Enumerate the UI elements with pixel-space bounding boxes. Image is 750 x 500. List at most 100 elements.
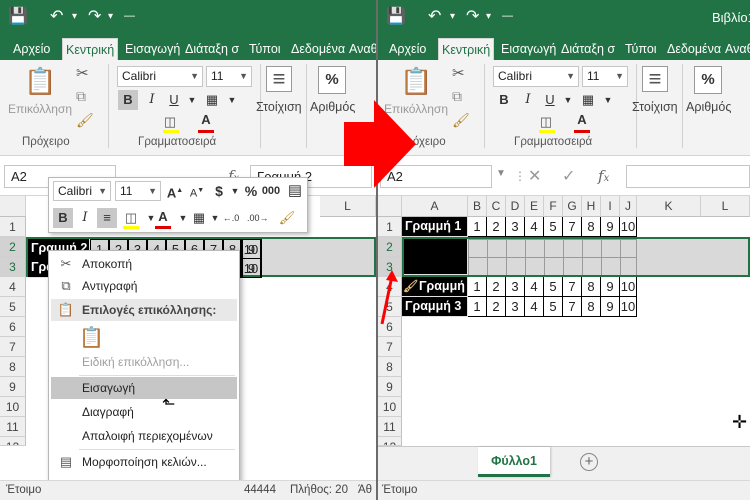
cell[interactable]: 9 — [242, 258, 261, 278]
row-header[interactable]: 12 — [378, 437, 402, 446]
customize-toolbar-icon[interactable]: ― — [124, 10, 135, 22]
row-header[interactable]: 8 — [0, 357, 26, 377]
cell[interactable]: 3 — [506, 217, 525, 237]
cell[interactable]: 3 — [506, 277, 525, 297]
tab-file[interactable]: Αρχείο — [10, 38, 53, 60]
save-icon[interactable]: 💾 — [8, 6, 28, 26]
customize-toolbar-icon[interactable]: ― — [502, 10, 513, 22]
cell[interactable]: 3 — [506, 297, 525, 317]
tab-page-layout[interactable]: Διάταξη σ — [558, 38, 618, 60]
column-header[interactable]: K — [637, 196, 701, 217]
mini-italic-button[interactable]: I — [75, 208, 95, 228]
mini-increase-decimal-icon[interactable]: ←.0 — [221, 208, 241, 228]
cell-row1-label[interactable]: Γραμμή 1 — [402, 217, 468, 237]
row-header-selected[interactable]: 2 — [0, 237, 26, 257]
mini-font-size-combo[interactable]: 11 ▼ — [115, 181, 161, 201]
cell[interactable]: 10 — [620, 297, 637, 317]
row-header[interactable]: 1 — [0, 217, 26, 237]
tab-page-layout[interactable]: Διάταξη σ — [182, 38, 242, 60]
tab-home[interactable]: Κεντρική — [438, 38, 495, 60]
menu-item-clear-contents[interactable]: Απαλοιφή περιεχομένων — [49, 425, 239, 447]
mini-font-color-button[interactable]: A — [153, 207, 173, 227]
font-name-combo[interactable]: Calibri ▼ — [493, 66, 579, 87]
bold-button[interactable]: B — [494, 90, 514, 110]
paste-option-icon[interactable]: 📋 — [79, 325, 104, 351]
save-icon[interactable]: 💾 — [386, 6, 406, 26]
cell[interactable]: 7 — [563, 277, 582, 297]
alignment-label[interactable]: Στοίχιση — [256, 100, 302, 114]
italic-button[interactable]: I — [518, 90, 538, 110]
cell[interactable]: 4 — [525, 217, 544, 237]
alignment-icon[interactable]: ≡ — [266, 66, 292, 92]
mini-increase-font-button[interactable]: A▲ — [165, 181, 185, 201]
row-header[interactable]: 9 — [378, 377, 402, 397]
row-header[interactable]: 12 — [0, 437, 26, 446]
row-header[interactable]: 11 — [0, 417, 26, 437]
row-header[interactable]: 8 — [378, 357, 402, 377]
menu-item-cut[interactable]: ✂ Αποκοπή — [49, 253, 239, 275]
cell[interactable]: 9 — [601, 297, 620, 317]
cell[interactable]: 2 — [487, 277, 506, 297]
mini-font-name-combo[interactable]: Calibri ▼ — [53, 181, 111, 201]
row-header[interactable]: 7 — [378, 337, 402, 357]
cell[interactable]: 8 — [582, 277, 601, 297]
cell[interactable]: 7 — [563, 217, 582, 237]
column-header[interactable]: C — [487, 196, 506, 217]
formula-input[interactable] — [626, 165, 750, 188]
cell-row4-label[interactable]: 🖌Γραμμή 2 — [402, 277, 468, 297]
menu-item-delete[interactable]: Διαγραφή — [49, 401, 239, 423]
column-header[interactable]: G — [563, 196, 582, 217]
cell[interactable]: 2 — [487, 297, 506, 317]
cell[interactable]: 10 — [620, 277, 637, 297]
cut-icon[interactable]: ✂ — [76, 64, 89, 82]
borders-dropdown-icon[interactable]: ▼ — [598, 90, 618, 110]
cell[interactable]: 2 — [487, 217, 506, 237]
spreadsheet-grid[interactable]: A B C D E F G H I J K L 1 2 3 4 5 6 7 8 … — [378, 196, 750, 446]
column-header[interactable]: J — [620, 196, 637, 217]
cell[interactable]: 4 — [525, 277, 544, 297]
format-painter-icon[interactable]: 🖌 — [452, 112, 470, 129]
borders-dropdown-icon[interactable]: ▼ — [222, 90, 242, 110]
undo-dropdown-icon[interactable]: ▾ — [450, 11, 455, 22]
cell-row5-label[interactable]: Γραμμή 3 — [402, 297, 468, 317]
confirm-entry-icon[interactable]: ✓ — [562, 166, 575, 186]
cell[interactable]: 10 — [620, 217, 637, 237]
cell[interactable]: 8 — [582, 297, 601, 317]
cell[interactable]: 1 — [468, 297, 487, 317]
mini-table-format-icon[interactable]: ▤ — [285, 181, 305, 201]
font-size-combo[interactable]: 11 ▼ — [582, 66, 628, 87]
row-header[interactable]: 10 — [0, 397, 26, 417]
redo-icon[interactable]: ↷ — [88, 6, 101, 26]
column-header[interactable]: L — [701, 196, 750, 217]
copy-icon[interactable]: ⧉ — [76, 88, 86, 105]
paste-icon[interactable]: 📋 — [400, 66, 432, 97]
font-color-button[interactable]: A — [196, 110, 216, 130]
column-header[interactable]: F — [544, 196, 563, 217]
cell[interactable]: 9 — [601, 277, 620, 297]
row-header[interactable]: 11 — [378, 417, 402, 437]
row-header[interactable]: 7 — [0, 337, 26, 357]
tab-review[interactable]: Αναθ — [722, 38, 750, 60]
cell[interactable]: 5 — [544, 277, 563, 297]
cell[interactable]: 9 — [601, 217, 620, 237]
redo-icon[interactable]: ↷ — [466, 6, 479, 26]
mini-format-painter-icon[interactable]: 🖌 — [277, 208, 297, 228]
bold-button[interactable]: B — [118, 90, 138, 110]
column-header[interactable]: B — [468, 196, 487, 217]
row-header[interactable]: 6 — [0, 317, 26, 337]
menu-item-paste-special[interactable]: Ειδική επικόλληση... — [49, 351, 239, 373]
undo-icon[interactable]: ↶ — [50, 6, 63, 26]
cell[interactable]: 4 — [525, 297, 544, 317]
inserted-cells-grid[interactable] — [468, 239, 637, 275]
borders-icon[interactable]: ▦ — [578, 90, 598, 110]
tab-insert[interactable]: Εισαγωγή — [498, 38, 559, 60]
alignment-icon[interactable]: ≡ — [642, 66, 668, 92]
tab-review[interactable]: Αναθ — [346, 38, 376, 60]
undo-dropdown-icon[interactable]: ▾ — [72, 11, 77, 22]
tab-data[interactable]: Δεδομένα — [664, 38, 724, 60]
underline-dropdown-icon[interactable]: ▼ — [558, 90, 578, 110]
italic-button[interactable]: I — [142, 90, 162, 110]
font-name-combo[interactable]: Calibri ▼ — [117, 66, 203, 87]
undo-icon[interactable]: ↶ — [428, 6, 441, 26]
menu-item-insert[interactable]: Εισαγωγή — [51, 377, 237, 399]
